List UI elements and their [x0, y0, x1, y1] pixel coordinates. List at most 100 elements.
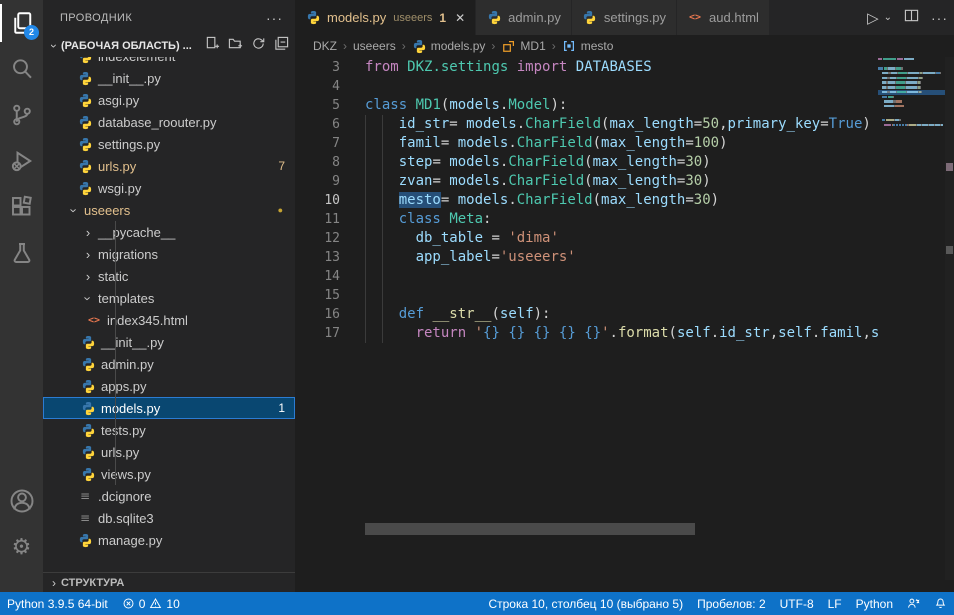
tree-file-database-roouter-py[interactable]: database_roouter.py — [43, 111, 295, 133]
line-number[interactable]: 12 — [295, 229, 340, 248]
new-folder-button[interactable] — [228, 36, 243, 56]
feedback-icon[interactable] — [900, 597, 927, 610]
tree-file-views-py[interactable]: views.py — [43, 463, 295, 485]
tree-item-label: views.py — [101, 467, 295, 482]
run-python-file-button[interactable]: ▷ — [867, 9, 879, 27]
line-number[interactable]: 8 — [295, 153, 340, 172]
breadcrumb-useeers[interactable]: useeers — [353, 39, 396, 53]
new-file-button[interactable] — [205, 36, 220, 56]
code-token: self — [778, 325, 812, 341]
tree-file-urls-py[interactable]: urls.py7 — [43, 155, 295, 177]
tree-folder-migrations[interactable]: ›migrations — [43, 243, 295, 265]
minimap[interactable] — [878, 57, 945, 580]
tree-file--dcignore[interactable]: ≡.dcignore — [43, 485, 295, 507]
settings-gear-icon: ⚙ — [12, 535, 32, 560]
breadcrumb-models-py[interactable]: models.py — [412, 39, 486, 54]
line-number[interactable]: 13 — [295, 248, 340, 267]
line-number[interactable]: 9 — [295, 172, 340, 191]
language-mode-status[interactable]: Python — [849, 597, 900, 611]
line-number[interactable]: 4 — [295, 77, 340, 96]
code-token: CharField — [525, 116, 601, 132]
tree-folder-static[interactable]: ›static — [43, 265, 295, 287]
activity-source-control[interactable] — [0, 92, 43, 138]
run-options-chevron-icon[interactable]: ⌄ — [884, 12, 892, 23]
tab-models-py[interactable]: models.pyuseeers1✕ — [295, 0, 476, 35]
refresh-button[interactable] — [251, 36, 266, 56]
line-number[interactable]: 14 — [295, 267, 340, 286]
activity-testing[interactable] — [0, 230, 43, 276]
tree-file-admin-py[interactable]: admin.py — [43, 353, 295, 375]
sidebar-more-actions-icon[interactable]: ··· — [266, 10, 283, 26]
breadcrumb-md1[interactable]: MD1 — [501, 39, 545, 54]
code-token: , — [719, 116, 727, 132]
activity-extensions[interactable] — [0, 184, 43, 230]
tree-file-indexelement[interactable]: indexelement — [43, 57, 295, 67]
tree-file-manage-py[interactable]: manage.py — [43, 529, 295, 551]
breadcrumb-mesto[interactable]: mesto — [562, 39, 614, 54]
chevron-down-icon: › — [47, 39, 61, 53]
eol-status[interactable]: LF — [821, 597, 849, 611]
tree-file-asgi-py[interactable]: asgi.py — [43, 89, 295, 111]
tree-item-label: __pycache__ — [98, 225, 295, 240]
collapse-all-button[interactable] — [274, 36, 289, 56]
horizontal-scrollbar[interactable] — [365, 523, 695, 535]
tree-item-label: indexelement — [98, 57, 295, 64]
testing-icon — [10, 241, 34, 265]
line-number[interactable]: 15 — [295, 286, 340, 305]
activity-accounts[interactable] — [0, 478, 43, 524]
tree-file-urls-py[interactable]: urls.py — [43, 441, 295, 463]
python-icon — [81, 401, 96, 416]
code-line-5[interactable]: 5class MD1(models.Model): — [295, 96, 878, 115]
tree-file-index345-html[interactable]: <>index345.html — [43, 309, 295, 331]
tab-settings-py[interactable]: settings.py — [572, 0, 677, 35]
code-token: famil — [399, 135, 441, 151]
tree-file--init-py[interactable]: __init__.py — [43, 331, 295, 353]
encoding-status[interactable]: UTF-8 — [773, 597, 821, 611]
tab-aud-html[interactable]: <>aud.html — [677, 0, 770, 35]
workspace-section-header[interactable]: › (РАБОЧАЯ ОБЛАСТЬ) ... — [43, 35, 295, 57]
tree-file-settings-py[interactable]: settings.py — [43, 133, 295, 155]
notifications-bell-icon[interactable] — [927, 597, 954, 610]
code-token: = — [441, 192, 458, 208]
close-tab-icon[interactable]: ✕ — [455, 11, 465, 25]
line-number[interactable]: 3 — [295, 58, 340, 77]
activity-explorer[interactable]: 2 — [0, 0, 43, 46]
code-editor[interactable]: 3from DKZ.settings import DATABASES45cla… — [295, 57, 878, 580]
tree-file-tests-py[interactable]: tests.py — [43, 419, 295, 441]
code-token: app_label — [416, 249, 492, 265]
code-line-3[interactable]: 3from DKZ.settings import DATABASES — [295, 58, 878, 77]
line-number[interactable]: 11 — [295, 210, 340, 229]
tree-file-wsgi-py[interactable]: wsgi.py — [43, 177, 295, 199]
activity-search[interactable] — [0, 46, 43, 92]
tree-folder-templates[interactable]: ›templates — [43, 287, 295, 309]
outline-section-header[interactable]: › СТРУКТУРА — [43, 572, 295, 592]
more-actions-icon[interactable]: ··· — [931, 10, 948, 26]
split-editor-icon[interactable] — [904, 8, 919, 28]
problems-status[interactable]: 0 10 — [115, 592, 187, 615]
cursor-position-status[interactable]: Строка 10, столбец 10 (выбрано 5) — [481, 597, 690, 611]
tree-folder-useeers[interactable]: ›useeers● — [43, 199, 295, 221]
line-number[interactable]: 7 — [295, 134, 340, 153]
code-token: {} — [559, 325, 576, 341]
activity-run-and-debug[interactable] — [0, 138, 43, 184]
python-interpreter-status[interactable]: Python 3.9.5 64-bit — [0, 592, 115, 615]
line-number[interactable]: 6 — [295, 115, 340, 134]
editor-group: models.pyuseeers1✕admin.pysettings.py<>a… — [295, 0, 954, 592]
tab-admin-py[interactable]: admin.py — [476, 0, 572, 35]
breadcrumb-dkz[interactable]: DKZ — [313, 39, 337, 53]
activity-manage[interactable]: ⚙ — [0, 524, 43, 570]
tree-folder--pycache-[interactable]: ›__pycache__ — [43, 221, 295, 243]
code-token: ( — [593, 135, 601, 151]
code-line-4[interactable]: 4 — [295, 77, 878, 96]
tree-item-label: tests.py — [101, 423, 295, 438]
tree-file-db-sqlite3[interactable]: ≡db.sqlite3 — [43, 507, 295, 529]
line-number[interactable]: 16 — [295, 305, 340, 324]
indentation-status[interactable]: Пробелов: 2 — [690, 597, 773, 611]
line-number[interactable]: 17 — [295, 324, 340, 343]
line-number[interactable]: 10 — [295, 191, 340, 210]
line-number[interactable]: 5 — [295, 96, 340, 115]
tree-file-models-py[interactable]: models.py1 — [43, 397, 295, 419]
tree-file--init-py[interactable]: __init__.py — [43, 67, 295, 89]
sidebar-header: ПРОВОДНИК ··· — [43, 0, 295, 35]
tree-file-apps-py[interactable]: apps.py — [43, 375, 295, 397]
